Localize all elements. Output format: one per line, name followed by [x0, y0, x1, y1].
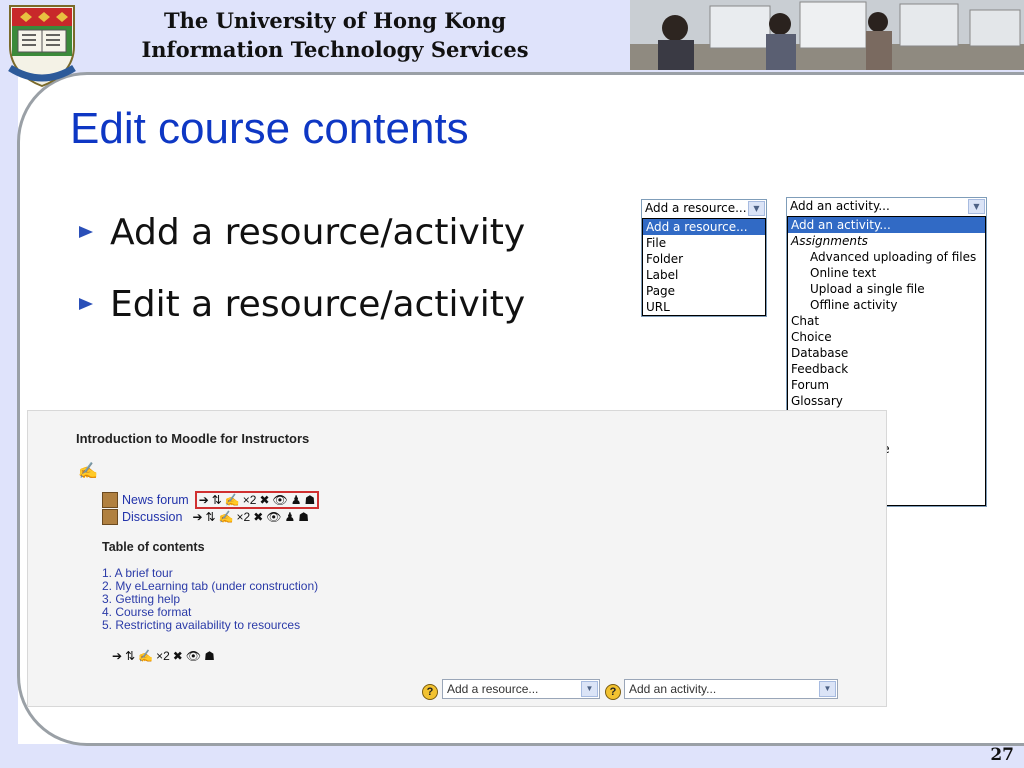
- resource-option[interactable]: Page: [643, 283, 765, 299]
- activity-option[interactable]: Chat: [788, 313, 985, 329]
- bullet-item: Add a resource/activity: [76, 196, 525, 268]
- moodle-course-screenshot: Introduction to Moodle for Instructors ✍…: [27, 410, 887, 707]
- bullet-list: Add a resource/activity Edit a resource/…: [76, 196, 525, 340]
- page-number: 27: [990, 745, 1014, 765]
- computer-lab-photo: [630, 0, 1024, 70]
- groups-icon[interactable]: ☗: [204, 649, 215, 663]
- resource-option[interactable]: File: [643, 235, 765, 251]
- activity-option[interactable]: Forum: [788, 377, 985, 393]
- editing-tools: ➔ ⇅ ✍ ×2 ✖ 👁 ♟ ☗: [194, 491, 320, 509]
- activity-option[interactable]: Advanced uploading of files: [788, 249, 985, 265]
- header-title: The University of Hong Kong Information …: [100, 6, 570, 64]
- help-icon[interactable]: ?: [605, 684, 621, 700]
- edit-pen-icon[interactable]: ✍: [78, 461, 98, 481]
- bullet-item: Edit a resource/activity: [76, 268, 525, 340]
- activity-option[interactable]: Feedback: [788, 361, 985, 377]
- header-line-1: The University of Hong Kong: [164, 8, 506, 33]
- groups-icon[interactable]: ☗: [305, 493, 316, 507]
- toc-heading: Table of contents: [102, 540, 205, 554]
- editing-tools: ➔ ⇅ ✍ ×2 ✖ 👁 ♟ ☗: [192, 510, 309, 524]
- activity-row: News forum ➔ ⇅ ✍ ×2 ✖ 👁 ♟ ☗: [102, 491, 320, 509]
- triangle-bullet-icon: [79, 226, 93, 238]
- indent-count: ×2: [242, 493, 257, 507]
- delete-icon[interactable]: ✖: [259, 493, 269, 507]
- eye-icon[interactable]: 👁: [186, 649, 201, 663]
- resource-dropdown-selected[interactable]: Add a resource... ▼: [642, 200, 766, 218]
- chevron-down-icon[interactable]: ▼: [968, 199, 985, 214]
- resource-options-list: Add a resource... File Folder Label Page…: [642, 218, 766, 316]
- activity-row: Discussion ➔ ⇅ ✍ ×2 ✖ 👁 ♟ ☗: [102, 509, 309, 525]
- add-activity-select[interactable]: Add an activity... ▼: [624, 679, 838, 699]
- bullet-text: Add a resource/activity: [110, 211, 526, 253]
- resource-option[interactable]: Folder: [643, 251, 765, 267]
- edit-icon[interactable]: ✍: [219, 510, 234, 524]
- eye-icon[interactable]: 👁: [273, 493, 288, 507]
- slide-title: Edit course contents: [70, 104, 469, 153]
- move-right-icon[interactable]: ➔: [112, 649, 122, 663]
- left-band: [0, 74, 18, 768]
- indent-count: ×2: [236, 510, 251, 524]
- delete-icon[interactable]: ✖: [173, 649, 183, 663]
- move-right-icon[interactable]: ➔: [192, 510, 202, 524]
- groups-icon[interactable]: ☗: [298, 510, 309, 524]
- toc-list: 1. A brief tour 2. My eLearning tab (und…: [102, 567, 318, 632]
- footer-band: [0, 744, 1024, 768]
- move-right-icon[interactable]: ➔: [199, 493, 209, 507]
- move-icon[interactable]: ⇅: [212, 493, 222, 507]
- activity-option[interactable]: Add an activity...: [788, 217, 985, 233]
- toc-item[interactable]: 5. Restricting availability to resources: [102, 619, 318, 632]
- resource-option[interactable]: Label: [643, 267, 765, 283]
- resource-dropdown-value: Add a resource...: [645, 201, 747, 215]
- add-activity-select-value: Add an activity...: [629, 682, 717, 696]
- edit-icon[interactable]: ✍: [138, 649, 153, 663]
- move-icon[interactable]: ⇅: [125, 649, 135, 663]
- activity-option[interactable]: Choice: [788, 329, 985, 345]
- move-icon[interactable]: ⇅: [206, 510, 216, 524]
- eye-icon[interactable]: 👁: [266, 510, 281, 524]
- resource-dropdown[interactable]: Add a resource... ▼ Add a resource... Fi…: [641, 199, 767, 317]
- bullet-text: Edit a resource/activity: [110, 283, 526, 325]
- role-icon[interactable]: ♟: [291, 493, 302, 507]
- activity-dropdown-selected[interactable]: Add an activity... ▼: [787, 198, 986, 216]
- editing-tools: ➔ ⇅ ✍ ×2 ✖ 👁 ☗: [112, 649, 215, 663]
- forum-icon: [102, 509, 118, 525]
- delete-icon[interactable]: ✖: [253, 510, 263, 524]
- resource-option[interactable]: URL: [643, 299, 765, 315]
- course-title: Introduction to Moodle for Instructors: [76, 431, 310, 446]
- header-line-2: Information Technology Services: [141, 37, 529, 62]
- help-icon[interactable]: ?: [422, 684, 438, 700]
- activity-link[interactable]: News forum: [122, 493, 189, 507]
- chevron-down-icon[interactable]: ▼: [581, 681, 598, 697]
- edit-icon[interactable]: ✍: [225, 493, 240, 507]
- university-crest-icon: [8, 5, 76, 88]
- activity-link[interactable]: Discussion: [122, 510, 182, 524]
- activity-option[interactable]: Online text: [788, 265, 985, 281]
- activity-dropdown-value: Add an activity...: [790, 199, 890, 213]
- activity-group-label: Assignments: [791, 234, 868, 248]
- activity-option[interactable]: Glossary: [788, 393, 985, 409]
- role-icon[interactable]: ♟: [285, 510, 296, 524]
- indent-count: ×2: [156, 649, 170, 663]
- activity-option[interactable]: Offline activity: [788, 297, 985, 313]
- add-resource-select-value: Add a resource...: [447, 682, 539, 696]
- activity-option[interactable]: Upload a single file: [788, 281, 985, 297]
- chevron-down-icon[interactable]: ▼: [748, 201, 765, 216]
- triangle-bullet-icon: [79, 298, 93, 310]
- add-resource-select[interactable]: Add a resource... ▼: [442, 679, 600, 699]
- chevron-down-icon[interactable]: ▼: [819, 681, 836, 697]
- activity-option[interactable]: Database: [788, 345, 985, 361]
- resource-option[interactable]: Add a resource...: [643, 219, 765, 235]
- forum-icon: [102, 492, 118, 508]
